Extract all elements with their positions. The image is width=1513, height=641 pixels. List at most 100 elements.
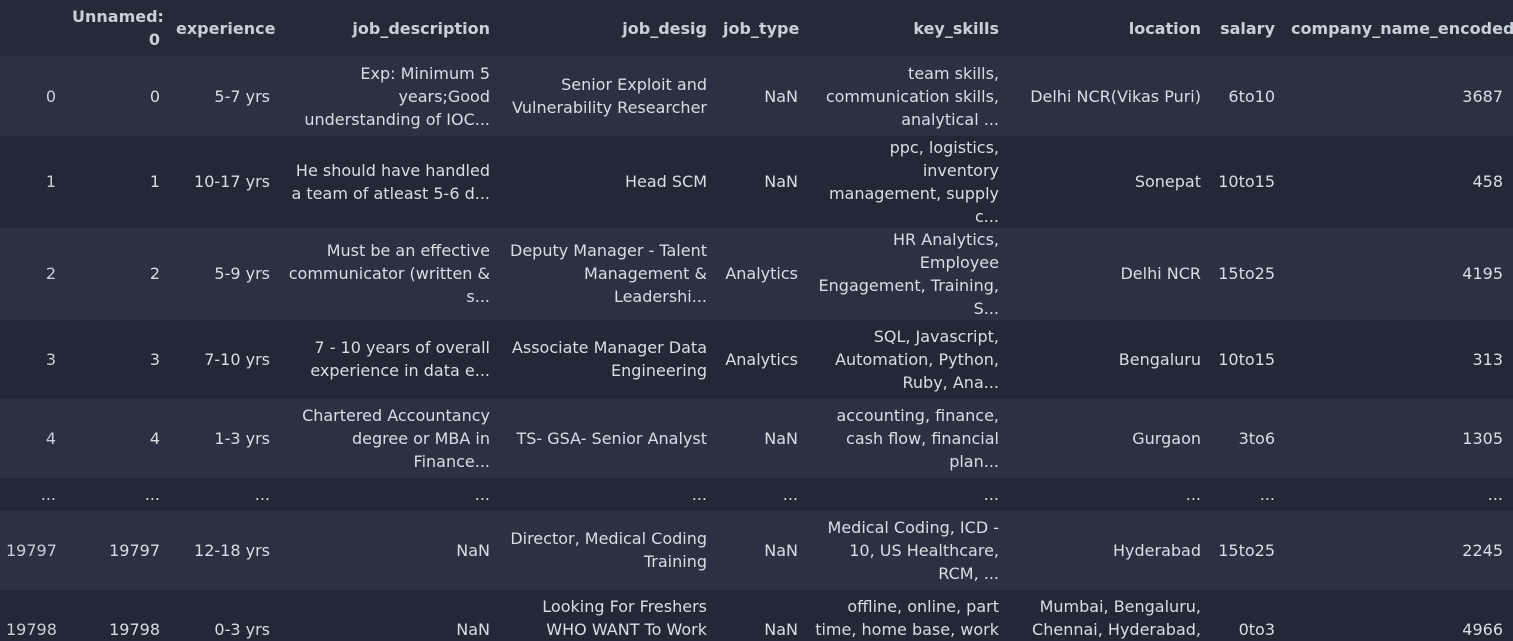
cell-value: Deputy Manager - Talent Management & Lea… — [510, 241, 707, 306]
cell-value: Hyderabad — [1113, 540, 1201, 560]
cell-value: 15to25 — [1218, 264, 1275, 283]
cell-value: ... — [983, 484, 999, 504]
cell-value: Gurgaon — [1132, 428, 1201, 448]
table-cell: ppc, logistics, inventory management, su… — [808, 136, 1009, 228]
table-cell: NaN — [280, 511, 500, 590]
table-cell: Gurgaon — [1009, 399, 1211, 478]
table-cell: Mumbai, Bengaluru, Chennai, Hyderabad, D… — [1009, 590, 1211, 641]
dataframe-output: Unnamed: 0 experience job_description job_d… — [0, 0, 1513, 641]
row-index: 19798 — [0, 590, 66, 641]
cell-value: Director, Medical Coding Training — [510, 529, 707, 571]
column-header: Unnamed: 0 — [66, 0, 170, 57]
row-index-label: 1 — [45, 172, 56, 191]
table-cell: ... — [280, 478, 500, 511]
row-index-label: 4 — [45, 428, 56, 448]
cell-value: Sonepat — [1134, 172, 1201, 191]
table-cell: 10to15 — [1211, 136, 1285, 228]
cell-value: Associate Manager Data Engineering — [511, 338, 707, 380]
table-cell: 458 — [1285, 136, 1513, 228]
table-cell: 7 - 10 years of overall experience in da… — [280, 320, 500, 399]
row-index-label: 2 — [45, 264, 56, 283]
table-cell: Analytics — [717, 320, 808, 399]
cell-value: 0to3 — [1238, 619, 1275, 639]
table-cell: 1305 — [1285, 399, 1513, 478]
cell-value: 4966 — [1462, 619, 1503, 639]
cell-value: 458 — [1472, 172, 1503, 191]
table-cell: Sonepat — [1009, 136, 1211, 228]
table-cell: 4966 — [1285, 590, 1513, 641]
table-cell: 3687 — [1285, 57, 1513, 136]
cell-value: Delhi NCR — [1120, 264, 1201, 283]
cell-value: 3to6 — [1238, 428, 1275, 448]
cell-value: NaN — [764, 86, 798, 106]
table-cell: 7-10 yrs — [170, 320, 280, 399]
column-header: salary — [1211, 0, 1285, 57]
cell-value: 7-10 yrs — [204, 349, 270, 369]
cell-value: ppc, logistics, inventory management, su… — [828, 137, 999, 226]
table-cell: 4195 — [1285, 228, 1513, 320]
cell-value: 4 — [149, 428, 160, 448]
table-cell: Analytics — [717, 228, 808, 320]
cell-value: 1 — [149, 172, 160, 191]
column-header: key_skills — [808, 0, 1009, 57]
column-header-label: experience — [176, 18, 276, 38]
table-row: 3 3 7-10 yrs 7 - 10 years of overall experi… — [0, 319, 1513, 399]
row-index: 19797 — [0, 511, 66, 590]
dataframe-table: Unnamed: 0 experience job_description job_d… — [0, 0, 1513, 641]
table-cell: Delhi NCR(Vikas Puri) — [1009, 57, 1211, 136]
table-cell: Medical Coding, ICD - 10, US Healthcare,… — [808, 511, 1009, 590]
table-cell: ... — [1285, 478, 1513, 511]
table-cell: 3to6 — [1211, 399, 1285, 478]
table-cell: 6to10 — [1211, 57, 1285, 136]
cell-value: 1305 — [1462, 428, 1503, 448]
table-cell: accounting, finance, cash flow, financia… — [808, 399, 1009, 478]
table-cell: SQL, Javascript, Automation, Python, Rub… — [808, 320, 1009, 399]
table-cell: 19798 — [66, 590, 170, 641]
column-header: company_name_encoded — [1285, 0, 1513, 57]
cell-value: ... — [1487, 484, 1503, 504]
table-cell: ... — [170, 478, 280, 511]
cell-value: He should have handled a team of atleast… — [291, 160, 491, 203]
ellipsis-row: .............................. — [0, 477, 1513, 511]
cell-value: Bengaluru — [1118, 349, 1201, 369]
table-cell: Head SCM — [500, 136, 717, 228]
row-index: 2 — [0, 228, 66, 320]
row-index: 4 — [0, 399, 66, 478]
cell-value: 19798 — [109, 619, 160, 639]
cell-value: HR Analytics, Employee Engagement, Train… — [818, 229, 999, 318]
cell-value: ... — [691, 484, 707, 504]
cell-value: 4195 — [1462, 264, 1503, 283]
table-cell: Chartered Accountancy degree or MBA in F… — [280, 399, 500, 478]
cell-value: TS- GSA- Senior Analyst — [516, 428, 707, 448]
cell-value: 7 - 10 years of overall experience in da… — [310, 338, 490, 380]
row-index-label: 0 — [45, 86, 56, 106]
table-row: 19797 19797 12-18 yrs NaN Director, Medical … — [0, 510, 1513, 590]
table-cell: NaN — [717, 511, 808, 590]
cell-value: Chartered Accountancy degree or MBA in F… — [302, 405, 490, 471]
table-body: 0 0 5-7 yrs Exp: Minimum 5 years;Good under… — [0, 56, 1513, 641]
table-row: 2 2 5-9 yrs Must be an effective communicat… — [0, 227, 1513, 320]
table-row: 0 0 5-7 yrs Exp: Minimum 5 years;Good under… — [0, 56, 1513, 136]
cell-value: 3687 — [1462, 86, 1503, 106]
cell-value: NaN — [456, 540, 490, 560]
cell-value: Delhi NCR(Vikas Puri) — [1030, 86, 1201, 106]
cell-value: NaN — [764, 540, 798, 560]
table-cell: ... — [808, 478, 1009, 511]
cell-value: accounting, finance, cash flow, financia… — [836, 405, 999, 471]
table-cell: NaN — [717, 57, 808, 136]
cell-value: Analytics — [725, 264, 798, 283]
table-cell: Exp: Minimum 5 years;Good understanding … — [280, 57, 500, 136]
table-cell: Must be an effective communicator (writt… — [280, 228, 500, 320]
cell-value: NaN — [764, 172, 798, 191]
cell-value: team skills, communication skills, analy… — [825, 63, 999, 129]
header-row: Unnamed: 0 experience job_description job_d… — [0, 0, 1513, 57]
table-cell: 19797 — [66, 511, 170, 590]
cell-value: 12-18 yrs — [194, 540, 270, 560]
cell-value: Medical Coding, ICD - 10, US Healthcare,… — [827, 517, 999, 583]
cell-value: Exp: Minimum 5 years;Good understanding … — [304, 63, 490, 129]
table-cell: Delhi NCR — [1009, 228, 1211, 320]
cell-value: ... — [1259, 484, 1275, 504]
cell-value: 3 — [149, 349, 160, 369]
table-cell: Hyderabad — [1009, 511, 1211, 590]
cell-value: 10-17 yrs — [194, 172, 270, 191]
